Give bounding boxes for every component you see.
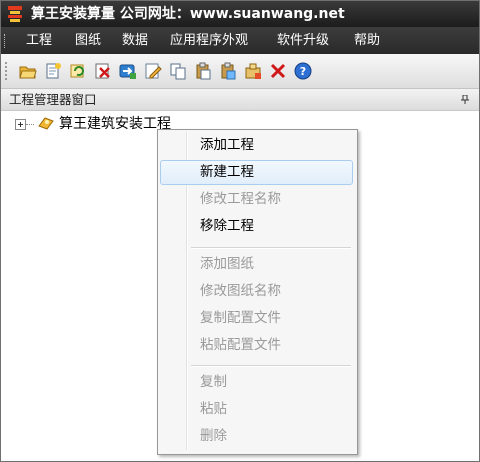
menu-remove-project[interactable]: 移除工程: [160, 214, 353, 239]
menubar-grip[interactable]: [4, 34, 7, 48]
tree-connector: [26, 124, 34, 125]
pin-icon[interactable]: [461, 95, 469, 104]
menu-add-drawing[interactable]: 添加图纸: [160, 252, 353, 277]
paste-icon[interactable]: [194, 62, 212, 80]
tree-expand-toggle[interactable]: [15, 119, 26, 130]
menu-copy-config[interactable]: 复制配置文件: [160, 306, 353, 331]
menu-copy[interactable]: 复制: [160, 370, 353, 395]
tree-root-node[interactable]: 算王建筑安装工程: [59, 113, 171, 133]
package-icon[interactable]: [244, 62, 262, 80]
menu-rename-drawing[interactable]: 修改图纸名称: [160, 279, 353, 304]
help-icon[interactable]: ?: [294, 62, 312, 80]
refresh-icon[interactable]: [69, 62, 87, 80]
menu-bar: 工程 图纸 数据 应用程序外观 软件升级 帮助: [1, 27, 479, 54]
menu-drawing[interactable]: 图纸: [75, 27, 101, 54]
export-icon[interactable]: [119, 62, 137, 80]
paste-special-icon[interactable]: [219, 62, 237, 80]
open-folder-icon[interactable]: [19, 62, 37, 80]
edit-icon[interactable]: [144, 62, 162, 80]
menu-project[interactable]: 工程: [26, 27, 52, 54]
menu-new-project[interactable]: 新建工程: [160, 160, 353, 185]
menu-separator: [191, 365, 351, 367]
menu-software-upgrade[interactable]: 软件升级: [277, 27, 329, 54]
project-node-icon: [38, 117, 54, 130]
window-title: 算王安装算量 公司网址：www.suanwang.net: [31, 6, 345, 22]
menu-separator: [191, 247, 351, 249]
menu-add-project[interactable]: 添加工程: [160, 133, 353, 158]
copy-icon[interactable]: [169, 62, 187, 80]
menu-delete[interactable]: 删除: [160, 424, 353, 449]
menu-help[interactable]: 帮助: [354, 27, 380, 54]
menu-rename-project[interactable]: 修改工程名称: [160, 187, 353, 212]
panel-header: 工程管理器窗口: [1, 89, 479, 111]
menu-app-appearance[interactable]: 应用程序外观: [170, 27, 248, 54]
panel-title: 工程管理器窗口: [9, 92, 97, 107]
toolbar-grip[interactable]: [5, 62, 10, 80]
new-document-icon[interactable]: [44, 62, 62, 80]
menu-paste[interactable]: 粘贴: [160, 397, 353, 422]
context-menu: 添加工程 新建工程 修改工程名称 移除工程 添加图纸 修改图纸名称 复制配置文件…: [157, 129, 358, 455]
title-bar[interactable]: 算王安装算量 公司网址：www.suanwang.net: [1, 1, 479, 27]
app-logo-icon: [8, 6, 22, 22]
delete-red-icon[interactable]: [94, 62, 112, 80]
close-red-icon[interactable]: [269, 62, 287, 80]
menu-data[interactable]: 数据: [122, 27, 148, 54]
menu-paste-config[interactable]: 粘贴配置文件: [160, 333, 353, 358]
toolbar: ?: [1, 54, 479, 89]
app-window: 算王安装算量 公司网址：www.suanwang.net 工程 图纸 数据 应用…: [0, 0, 480, 462]
svg-text:?: ?: [300, 65, 306, 78]
